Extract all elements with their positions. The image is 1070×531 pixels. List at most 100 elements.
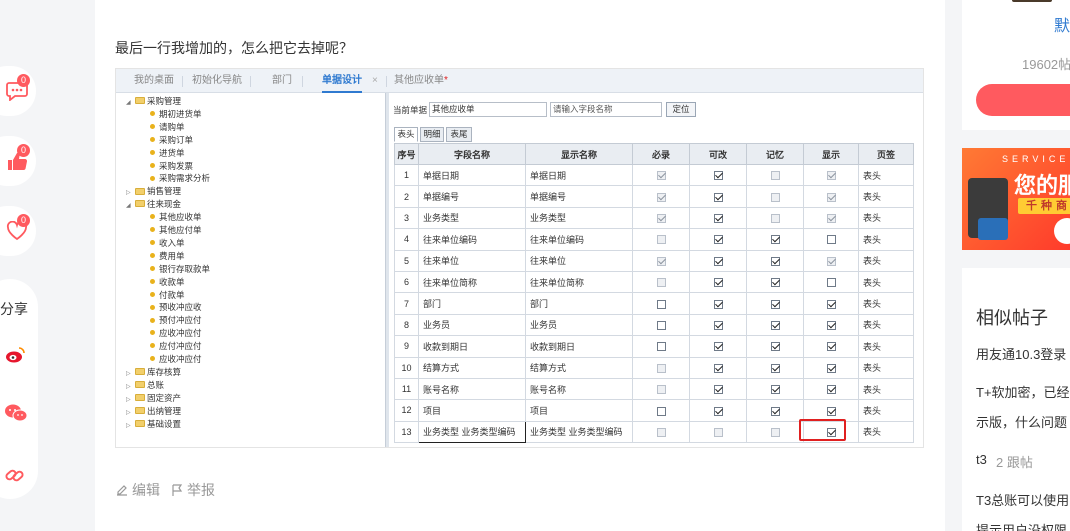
tree-item[interactable]: 采购发票: [150, 160, 193, 173]
field-name-cell[interactable]: 部门: [418, 292, 526, 315]
editable-checkbox[interactable]: [713, 385, 723, 395]
tree-item[interactable]: 其他应收单: [150, 211, 202, 224]
editable-checkbox[interactable]: [713, 192, 723, 202]
display-name-cell[interactable]: 往来单位编码: [525, 228, 633, 251]
tree-item[interactable]: 采购订单: [150, 134, 193, 147]
like-button[interactable]: 0: [0, 136, 36, 186]
display-name-cell[interactable]: 业务员: [525, 313, 633, 337]
tree-folder[interactable]: ▷ 基础设置: [126, 418, 181, 431]
report-link[interactable]: 举报: [170, 480, 215, 500]
ad-banner[interactable]: SERVICE 您的服 千种商: [962, 148, 1070, 250]
display-name-cell[interactable]: 往来单位: [525, 249, 633, 272]
table-row[interactable]: 6 往来单位简称 往来单位简称 表头: [394, 270, 914, 294]
tree-item[interactable]: 其他应付单: [150, 224, 202, 237]
table-row[interactable]: 12 项目 项目 表头: [394, 399, 914, 422]
tree-folder[interactable]: ▷ 出纳管理: [126, 405, 181, 418]
tab-close-icon[interactable]: ×: [372, 69, 378, 93]
tree-item[interactable]: 付款单: [150, 289, 185, 302]
field-name-cell[interactable]: 业务类型: [418, 206, 526, 230]
required-checkbox[interactable]: [656, 406, 666, 416]
memory-checkbox[interactable]: [770, 278, 780, 288]
tab-init-guide[interactable]: 初始化导航: [192, 69, 242, 93]
memory-checkbox[interactable]: [770, 406, 780, 416]
tree-item[interactable]: 收入单: [150, 237, 185, 250]
show-checkbox[interactable]: [826, 385, 836, 395]
tab-desktop[interactable]: 我的桌面: [134, 69, 174, 93]
memory-checkbox[interactable]: [770, 320, 780, 330]
tree-item[interactable]: 期初进货单: [150, 108, 202, 121]
wechat-icon[interactable]: [4, 403, 28, 423]
editable-checkbox[interactable]: [713, 342, 723, 352]
field-name-cell[interactable]: 单据日期: [418, 163, 526, 187]
tree-folder[interactable]: ▷ 固定资产: [126, 392, 181, 405]
editable-checkbox[interactable]: [713, 363, 723, 373]
field-name-cell[interactable]: 业务类型 业务类型编码: [418, 420, 526, 444]
subtab-footer[interactable]: 表尾: [446, 127, 472, 142]
display-name-cell[interactable]: 结算方式: [525, 356, 633, 379]
similar-post-item[interactable]: 示版，什么问题: [976, 412, 1067, 431]
field-name-cell[interactable]: 单据编号: [418, 185, 526, 208]
display-name-cell[interactable]: 收款到期日: [525, 335, 633, 358]
expanded-arrow-icon[interactable]: ◢: [126, 97, 135, 110]
tree-item[interactable]: 预收冲应收: [150, 301, 202, 314]
editable-checkbox[interactable]: [713, 171, 723, 181]
locate-button[interactable]: 定位: [666, 102, 696, 117]
display-name-cell[interactable]: 业务类型 业务类型编码: [525, 420, 633, 444]
subtab-header[interactable]: 表头: [394, 127, 418, 142]
table-row[interactable]: 1 单据日期 单据日期 表头: [394, 163, 914, 187]
show-checkbox[interactable]: [826, 278, 836, 288]
show-checkbox[interactable]: [826, 235, 836, 245]
author-avatar[interactable]: [1012, 0, 1052, 2]
show-checkbox[interactable]: [826, 406, 836, 416]
tree-item[interactable]: 进货单: [150, 147, 185, 160]
tree-folder[interactable]: ◢ 采购管理: [126, 95, 181, 108]
tree-item[interactable]: 应收冲应付: [150, 327, 202, 340]
tab-doc-design[interactable]: 单据设计: [322, 69, 362, 93]
table-row[interactable]: 3 业务类型 业务类型 表头: [394, 206, 914, 230]
memory-checkbox[interactable]: [770, 385, 780, 395]
edit-link[interactable]: 编辑: [115, 480, 160, 500]
expanded-arrow-icon[interactable]: ◢: [126, 200, 135, 213]
display-name-cell[interactable]: 业务类型: [525, 206, 633, 230]
show-checkbox[interactable]: [826, 363, 836, 373]
table-row[interactable]: 2 单据编号 单据编号 表头: [394, 185, 914, 208]
similar-post-item[interactable]: T3总账可以使用: [976, 490, 1069, 509]
similar-post-item[interactable]: 提示用户没权限: [976, 520, 1067, 531]
field-name-cell[interactable]: 项目: [418, 399, 526, 422]
display-name-cell[interactable]: 部门: [525, 292, 633, 315]
field-name-cell[interactable]: 往来单位简称: [418, 270, 526, 294]
tree-item[interactable]: 收款单: [150, 276, 185, 289]
table-row[interactable]: 8 业务员 业务员 表头: [394, 313, 914, 337]
similar-post-item[interactable]: T+软加密，已经: [976, 382, 1070, 401]
similar-post-item[interactable]: 用友通10.3登录: [976, 344, 1066, 363]
link-icon[interactable]: [4, 465, 26, 485]
required-checkbox[interactable]: [656, 342, 666, 352]
field-name-cell[interactable]: 往来单位: [418, 249, 526, 272]
memory-checkbox[interactable]: [770, 363, 780, 373]
memory-checkbox[interactable]: [770, 342, 780, 352]
tree-folder[interactable]: ▷ 总账: [126, 379, 164, 392]
tree-item[interactable]: 应付冲应付: [150, 340, 202, 353]
collapsed-arrow-icon[interactable]: ▷: [126, 420, 135, 433]
display-name-cell[interactable]: 单据编号: [525, 185, 633, 208]
subtab-detail[interactable]: 明细: [420, 127, 444, 142]
weibo-icon[interactable]: [4, 345, 26, 365]
required-checkbox[interactable]: [656, 299, 666, 309]
pane-splitter[interactable]: [385, 93, 389, 447]
table-row[interactable]: 10 结算方式 结算方式 表头: [394, 356, 914, 379]
memory-checkbox[interactable]: [770, 235, 780, 245]
tab-other-receivable[interactable]: 其他应收单*: [394, 69, 448, 93]
author-name[interactable]: 默: [1054, 12, 1070, 36]
tree-folder[interactable]: ▷ 销售管理: [126, 185, 181, 198]
display-name-cell[interactable]: 账号名称: [525, 377, 633, 401]
display-name-cell[interactable]: 往来单位简称: [525, 270, 633, 294]
table-row[interactable]: 9 收款到期日 收款到期日 表头: [394, 335, 914, 358]
show-checkbox[interactable]: [826, 299, 836, 309]
memory-checkbox[interactable]: [770, 256, 780, 266]
show-checkbox[interactable]: [826, 342, 836, 352]
show-checkbox[interactable]: [826, 320, 836, 330]
tree-item[interactable]: 采购需求分析: [150, 172, 210, 185]
tree-item[interactable]: 银行存取款单: [150, 263, 210, 276]
tree-item[interactable]: 请购单: [150, 121, 185, 134]
editable-checkbox[interactable]: [713, 406, 723, 416]
